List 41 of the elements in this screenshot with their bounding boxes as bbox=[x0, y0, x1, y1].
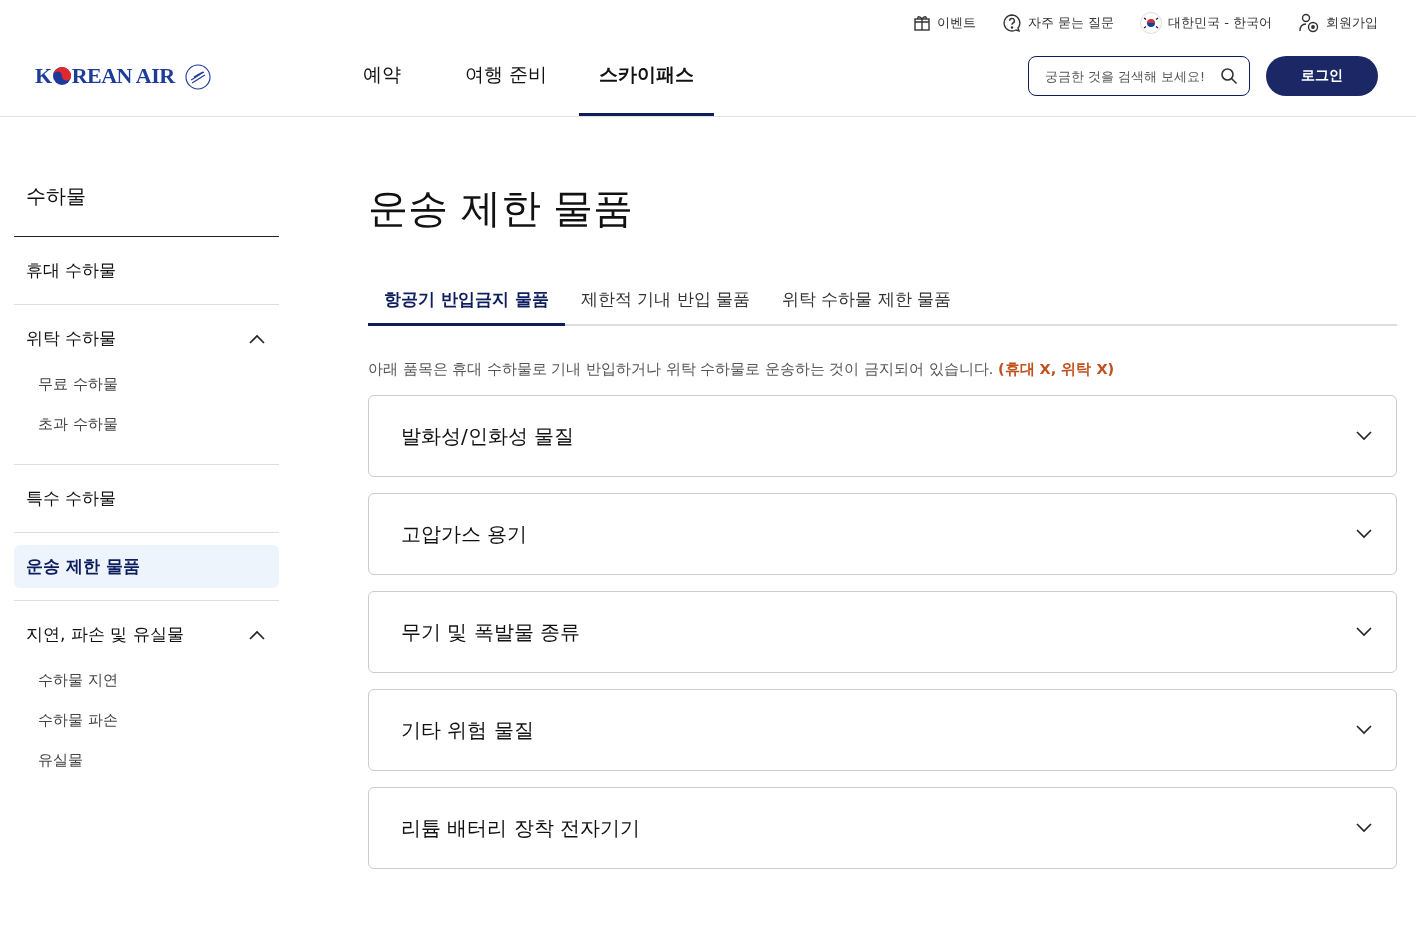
sidebar-item[interactable]: 특수 수하물 bbox=[14, 477, 279, 520]
nav-tab[interactable]: 여행 준비 bbox=[433, 36, 580, 116]
sidebar-item[interactable]: 지연, 파손 및 유실물 bbox=[14, 613, 279, 656]
accordion-title: 무기 및 폭발물 종류 bbox=[401, 618, 581, 646]
sidebar-item[interactable]: 위탁 수하물 bbox=[14, 317, 279, 360]
utility-link[interactable]: 이벤트 bbox=[912, 10, 976, 36]
accordion-item[interactable]: 발화성/인화성 물질 bbox=[368, 395, 1397, 477]
flag-icon bbox=[1140, 12, 1163, 34]
tab[interactable]: 제한적 기내 반입 물품 bbox=[564, 288, 767, 326]
accordion-title: 발화성/인화성 물질 bbox=[401, 422, 575, 450]
help-icon bbox=[1001, 13, 1022, 33]
accordion-item[interactable]: 리튬 배터리 장착 전자기기 bbox=[368, 787, 1397, 869]
add-user-icon bbox=[1298, 13, 1320, 33]
sidebar-subitem[interactable]: 무료 수하물 bbox=[38, 364, 279, 404]
korean-air-logo[interactable]: K REAN AIR bbox=[35, 60, 325, 92]
sidebar-subitem[interactable]: 수하물 지연 bbox=[38, 660, 279, 700]
sidebar-title: 수하물 bbox=[14, 183, 279, 237]
utility-link[interactable]: 회원가입 bbox=[1298, 10, 1378, 36]
gift-icon bbox=[912, 14, 931, 32]
sidebar-item[interactable]: 운송 제한 물품 bbox=[14, 545, 279, 588]
nav-tab[interactable]: 스카이패스 bbox=[579, 36, 715, 116]
sidebar-subitem[interactable]: 수하물 파손 bbox=[38, 700, 279, 740]
utility-link[interactable]: 자주 묻는 질문 bbox=[1001, 10, 1115, 36]
page-title: 운송 제한 물품 bbox=[368, 184, 635, 233]
notice-text: 아래 품목은 휴대 수하물로 기내 반입하거나 위탁 수하물로 운송하는 것이 금지되어 있습니다. (휴대 X, 위탁 X) bbox=[368, 360, 1116, 379]
nav-tab[interactable]: 예약 bbox=[325, 36, 433, 116]
accordion-title: 고압가스 용기 bbox=[401, 520, 528, 548]
search-field[interactable]: 궁금한 것을 검색해 보세요! bbox=[1028, 56, 1250, 96]
utility-link[interactable]: 대한민국 - 한국어 bbox=[1140, 10, 1272, 36]
login-button[interactable]: 로그인 bbox=[1266, 56, 1378, 96]
accordion-item[interactable]: 고압가스 용기 bbox=[368, 493, 1397, 575]
search-icon bbox=[1220, 67, 1238, 85]
sidebar-subitem[interactable]: 초과 수하물 bbox=[38, 404, 279, 444]
accordion-item[interactable]: 무기 및 폭발물 종류 bbox=[368, 591, 1397, 673]
sidebar-subitem[interactable]: 유실물 bbox=[38, 740, 279, 780]
tab[interactable]: 항공기 반입금지 물품 bbox=[368, 288, 565, 326]
accordion-title: 리튬 배터리 장착 전자기기 bbox=[401, 814, 641, 842]
sidebar-item[interactable]: 휴대 수하물 bbox=[14, 249, 279, 292]
accordion-title: 기타 위험 물질 bbox=[401, 716, 534, 744]
accordion-item[interactable]: 기타 위험 물질 bbox=[368, 689, 1397, 771]
tab[interactable]: 위탁 수하물 제한 물품 bbox=[766, 288, 968, 326]
